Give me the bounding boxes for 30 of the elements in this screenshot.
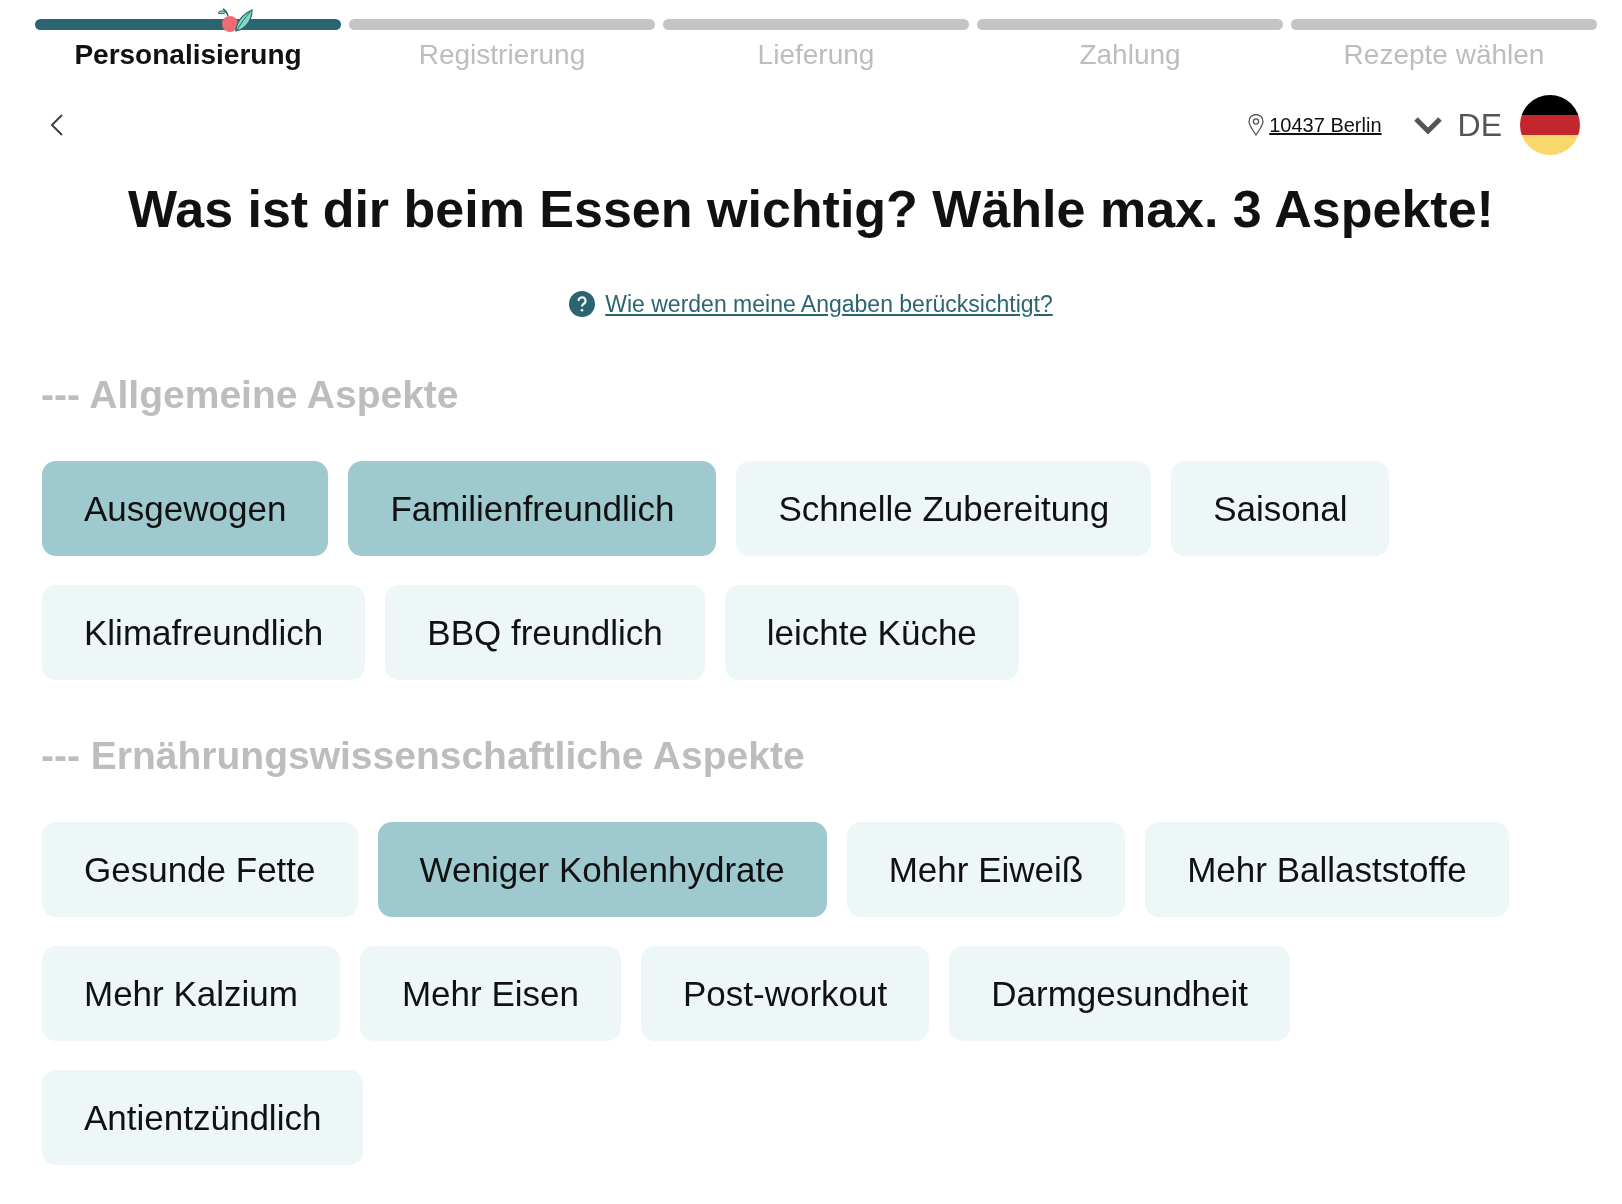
option-chip[interactable]: Antientzündlich [42, 1070, 364, 1165]
option-chip[interactable]: Mehr Eisen [359, 946, 621, 1041]
option-chip[interactable]: Weniger Kohlenhydrate [377, 822, 827, 917]
option-chip[interactable]: Gesunde Fette [42, 822, 358, 917]
back-button[interactable] [48, 113, 66, 137]
chevron-down-icon [1413, 116, 1442, 134]
chevron-left-icon [51, 114, 63, 136]
apple-leaf-icon [217, 8, 253, 33]
option-chip[interactable]: Saisonal [1171, 461, 1390, 556]
option-chip[interactable]: Ausgewogen [42, 461, 329, 556]
option-chip[interactable]: leichte Küche [724, 585, 1019, 680]
progress-step-tab[interactable]: Personalisierung [74, 38, 302, 72]
language-selector[interactable]: DE [1413, 95, 1580, 155]
flag-icon [1520, 95, 1580, 155]
option-chip[interactable]: Schnelle Zubereitung [736, 461, 1152, 556]
help-link[interactable]: Wie werden meine Angaben berücksichtigt? [605, 289, 1053, 319]
option-chip[interactable]: Darmgesundheit [949, 946, 1291, 1041]
map-pin-icon [1248, 114, 1265, 136]
section-heading: --- Allgemeine Aspekte [41, 373, 459, 417]
option-chip[interactable]: Familienfreundlich [348, 461, 717, 556]
option-chip[interactable]: Mehr Ballaststoffe [1145, 822, 1509, 917]
option-chip[interactable]: BBQ freundlich [385, 585, 705, 680]
option-chip[interactable]: Mehr Eiweiß [846, 822, 1126, 917]
location-link[interactable]: 10437 Berlin [1248, 113, 1382, 137]
page-title: Was ist dir beim Essen wichtig? Wähle max. 3 Aspekte! [128, 179, 1494, 239]
option-chip[interactable]: Post-workout [641, 946, 930, 1041]
option-chip[interactable]: Klimafreundlich [42, 585, 366, 680]
option-chip[interactable]: Mehr Kalzium [42, 946, 340, 1041]
help-icon [569, 291, 596, 317]
section-heading: --- Ernährungswissenschaftliche Aspekte [41, 734, 805, 778]
